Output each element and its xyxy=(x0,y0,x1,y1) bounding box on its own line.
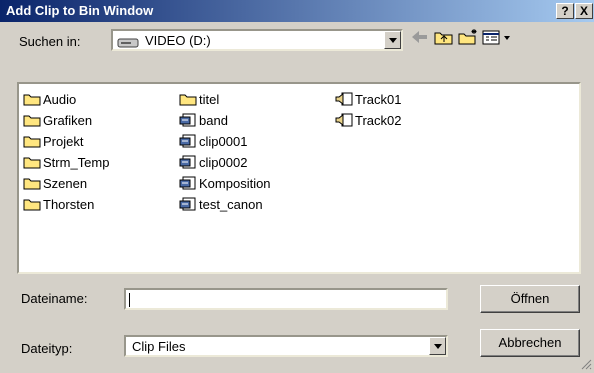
close-button[interactable]: X xyxy=(575,3,593,19)
list-item[interactable]: clip0002 xyxy=(179,153,247,171)
folder-icon xyxy=(23,113,41,127)
list-item[interactable]: Szenen xyxy=(23,174,87,192)
list-item[interactable]: Grafiken xyxy=(23,111,92,129)
open-button[interactable]: Öffnen xyxy=(480,285,580,313)
cancel-button[interactable]: Abbrechen xyxy=(480,329,580,357)
list-item[interactable]: clip0001 xyxy=(179,132,247,150)
filetype-dropdown[interactable]: Clip Files xyxy=(124,335,448,357)
item-name: band xyxy=(199,112,228,128)
audio-file-icon xyxy=(335,92,353,106)
clip-file-icon xyxy=(179,176,197,190)
title-bar[interactable]: Add Clip to Bin Window ? X xyxy=(0,0,594,22)
drive-icon xyxy=(117,36,139,48)
lookin-value: VIDEO (D:) xyxy=(145,33,211,48)
filetype-value: Clip Files xyxy=(132,339,186,354)
folder-icon xyxy=(23,134,41,148)
item-name: Komposition xyxy=(199,175,271,191)
item-name: Audio xyxy=(43,91,77,107)
clip-file-icon xyxy=(179,197,197,211)
item-name: clip0002 xyxy=(199,154,248,170)
up-folder-icon[interactable] xyxy=(432,26,456,48)
item-name: Strm_Temp xyxy=(43,154,110,170)
item-name: Grafiken xyxy=(43,112,93,128)
list-item[interactable]: Thorsten xyxy=(23,195,94,213)
list-item[interactable]: band xyxy=(179,111,228,129)
item-name: titel xyxy=(199,91,220,107)
new-folder-icon[interactable] xyxy=(456,26,480,48)
lookin-dropdown[interactable]: VIDEO (D:) xyxy=(111,29,403,51)
filetype-label: Dateityp: xyxy=(21,341,73,356)
filename-field[interactable] xyxy=(124,288,448,310)
list-item[interactable]: Komposition xyxy=(179,174,271,192)
lookin-label: Suchen in: xyxy=(19,34,81,49)
list-item[interactable]: titel xyxy=(179,90,219,108)
list-item[interactable]: Projekt xyxy=(23,132,83,150)
audio-file-icon xyxy=(335,113,353,127)
item-name: Szenen xyxy=(43,175,88,191)
list-item[interactable]: test_canon xyxy=(179,195,263,213)
view-menu-icon[interactable] xyxy=(480,26,516,48)
list-item[interactable]: Strm_Temp xyxy=(23,153,109,171)
list-item[interactable]: Track02 xyxy=(335,111,401,129)
folder-icon xyxy=(23,92,41,106)
folder-icon xyxy=(179,92,197,106)
list-item[interactable]: Track01 xyxy=(335,90,401,108)
dialog-window: Add Clip to Bin Window ? X Suchen in: VI… xyxy=(0,0,594,372)
help-button[interactable]: ? xyxy=(556,3,574,19)
item-name: Thorsten xyxy=(43,196,95,212)
chevron-down-icon[interactable] xyxy=(384,31,401,49)
clip-file-icon xyxy=(179,134,197,148)
item-name: Track01 xyxy=(355,91,402,107)
item-name: test_canon xyxy=(199,196,263,212)
resize-grip-icon[interactable] xyxy=(580,358,592,370)
chevron-down-icon[interactable] xyxy=(429,337,446,355)
item-name: clip0001 xyxy=(199,133,248,149)
filename-label: Dateiname: xyxy=(21,291,88,306)
clip-file-icon xyxy=(179,113,197,127)
item-name: Projekt xyxy=(43,133,84,149)
folder-icon xyxy=(23,176,41,190)
item-name: Track02 xyxy=(355,112,402,128)
folder-icon xyxy=(23,155,41,169)
back-arrow-icon[interactable] xyxy=(408,26,432,48)
file-list[interactable]: Audio Grafiken Projekt Strm_Temp Szenen … xyxy=(17,82,581,274)
window-title: Add Clip to Bin Window xyxy=(6,3,154,18)
folder-icon xyxy=(23,197,41,211)
text-cursor xyxy=(129,293,130,307)
clip-file-icon xyxy=(179,155,197,169)
list-item[interactable]: Audio xyxy=(23,90,76,108)
